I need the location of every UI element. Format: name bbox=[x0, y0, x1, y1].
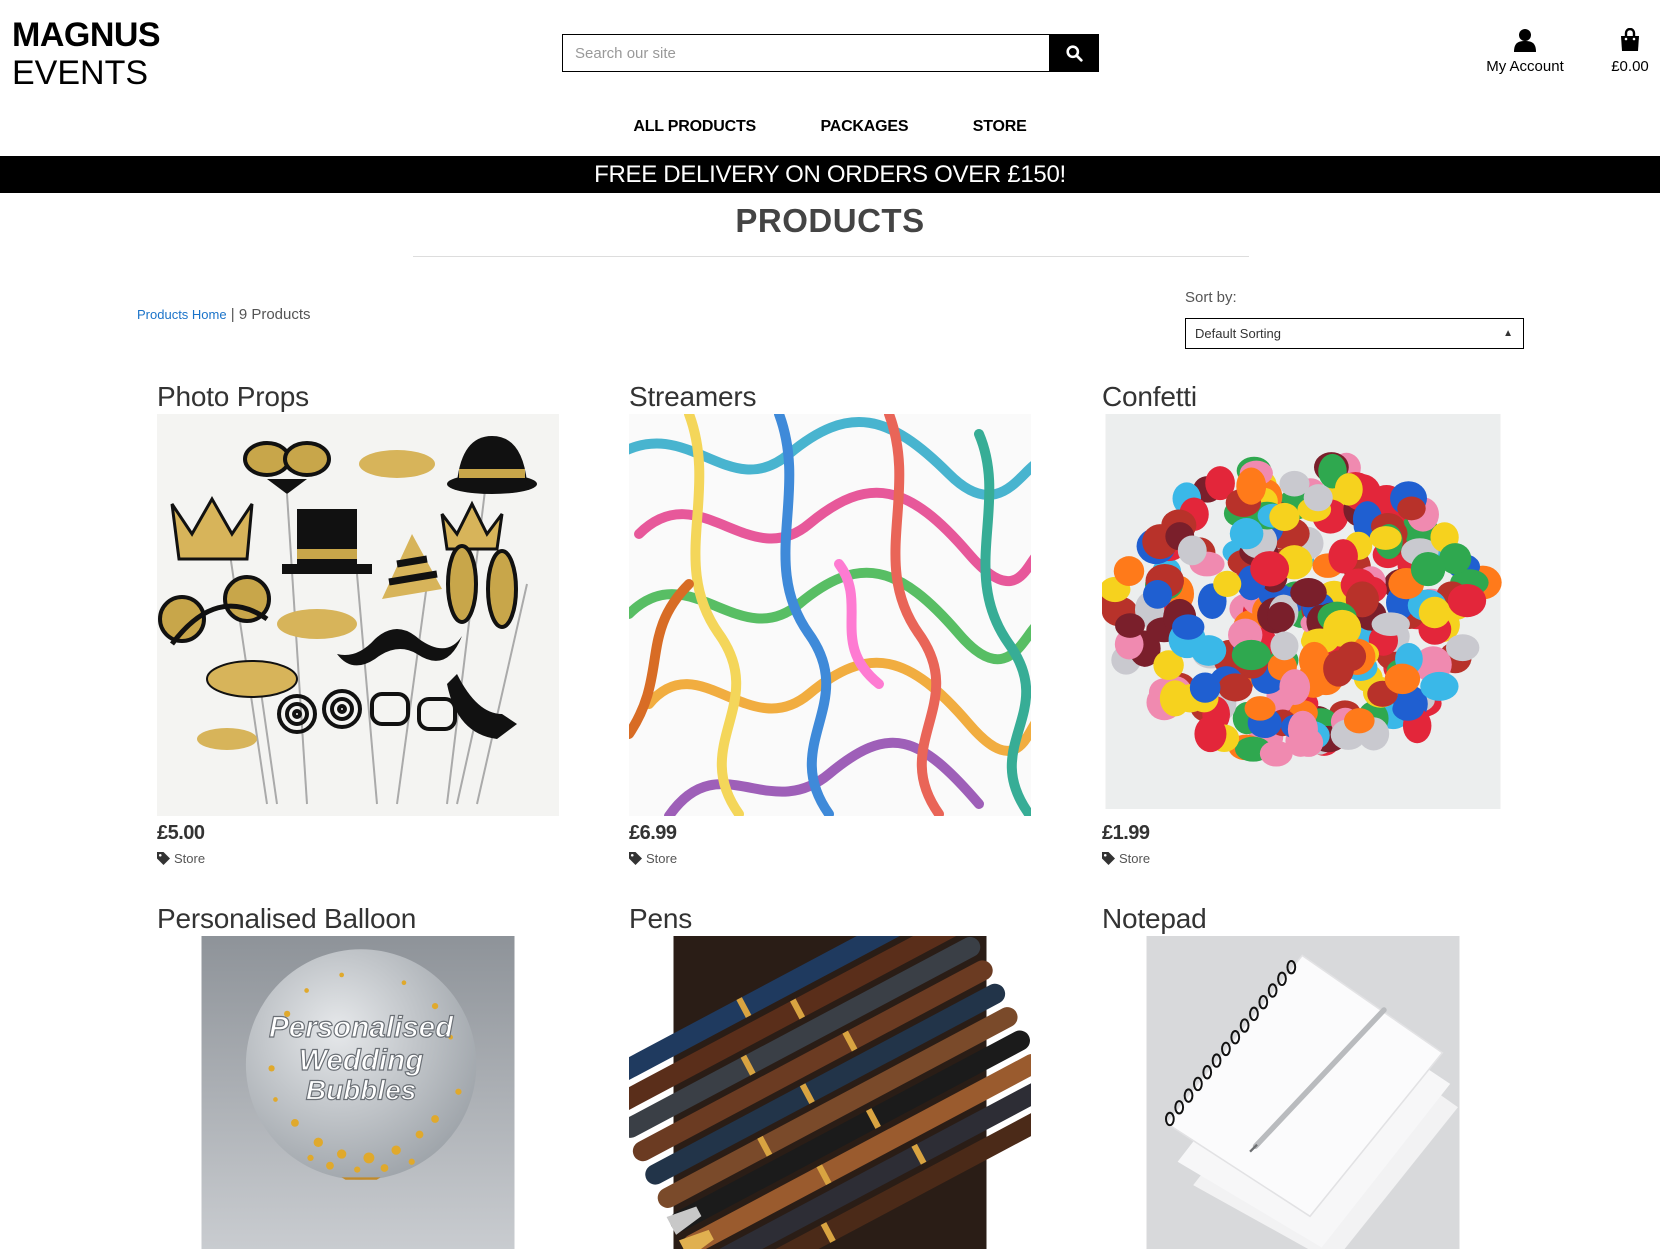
balloon-text-line-1: Personalised bbox=[269, 1011, 454, 1044]
my-account-label: My Account bbox=[1486, 58, 1564, 75]
tag-icon bbox=[629, 852, 642, 865]
main-nav: ALL PRODUCTS PACKAGES STORE bbox=[0, 118, 1660, 136]
product-category-link[interactable]: Store bbox=[629, 851, 1031, 866]
confetti-piece bbox=[1290, 577, 1327, 608]
confetti-piece bbox=[1397, 496, 1426, 521]
product-image-photo-props[interactable] bbox=[157, 414, 559, 816]
product-category: Store bbox=[646, 851, 678, 866]
product-card: Notepad bbox=[1102, 902, 1504, 1249]
product-card: Streamers £6.99 Store bbox=[629, 380, 1031, 866]
confetti-piece bbox=[1410, 551, 1446, 587]
confetti-piece bbox=[1294, 728, 1324, 757]
confetti-piece bbox=[1172, 614, 1205, 640]
confetti-piece bbox=[1303, 484, 1333, 512]
delivery-banner: FREE DELIVERY ON ORDERS OVER £150! bbox=[0, 156, 1660, 193]
confetti-piece bbox=[1266, 601, 1295, 632]
confetti-piece bbox=[1270, 631, 1299, 661]
product-category: Store bbox=[174, 851, 206, 866]
confetti-piece bbox=[1445, 634, 1480, 662]
confetti-piece bbox=[1143, 580, 1173, 609]
search-button[interactable] bbox=[1049, 34, 1099, 72]
product-image-personalised-balloon[interactable]: Personalised Wedding Bubbles bbox=[157, 936, 559, 1249]
shopping-bag-link[interactable]: £0.00 bbox=[1600, 27, 1660, 75]
product-card: Personalised Balloon Personalised Weddin… bbox=[157, 902, 559, 1249]
site-logo[interactable]: MAGNUS EVENTS bbox=[12, 16, 161, 92]
sort-selected-value: Default Sorting bbox=[1195, 326, 1281, 341]
confetti-piece bbox=[1337, 641, 1367, 671]
confetti-piece bbox=[1231, 639, 1271, 671]
page-title: PRODUCTS bbox=[735, 202, 925, 239]
tag-icon bbox=[157, 852, 170, 865]
product-image-confetti[interactable] bbox=[1102, 414, 1504, 809]
product-name[interactable]: Pens bbox=[629, 902, 1031, 936]
search-input[interactable] bbox=[562, 34, 1049, 72]
shopping-bag-icon bbox=[1621, 27, 1639, 51]
balloon-text-line-2: Wedding bbox=[299, 1044, 423, 1077]
confetti-piece bbox=[1115, 613, 1145, 638]
confetti-piece bbox=[1447, 583, 1487, 618]
user-icon bbox=[1514, 29, 1536, 52]
confetti-piece bbox=[1384, 663, 1421, 695]
product-category: Store bbox=[1119, 851, 1151, 866]
confetti-piece bbox=[1334, 473, 1363, 506]
confetti-piece bbox=[1392, 696, 1424, 721]
product-price: £1.99 bbox=[1102, 822, 1150, 844]
search-form bbox=[562, 34, 1099, 72]
search-icon bbox=[1065, 44, 1083, 62]
logo-line-2: EVENTS bbox=[12, 54, 149, 92]
my-account-link[interactable]: My Account bbox=[1480, 28, 1570, 75]
confetti-piece bbox=[1236, 467, 1267, 505]
confetti-piece bbox=[1229, 518, 1264, 550]
confetti-piece bbox=[1113, 556, 1145, 587]
product-price: £6.99 bbox=[629, 822, 677, 844]
product-category-link[interactable]: Store bbox=[157, 851, 559, 866]
product-image-pens[interactable] bbox=[629, 936, 1031, 1249]
nav-packages[interactable]: PACKAGES bbox=[820, 118, 908, 136]
confetti-piece bbox=[1244, 696, 1276, 721]
breadcrumb-separator: | bbox=[226, 306, 239, 323]
confetti-piece bbox=[1218, 673, 1253, 702]
confetti-piece bbox=[1269, 502, 1300, 532]
products-home-link[interactable]: Products Home bbox=[137, 307, 227, 322]
product-name[interactable]: Personalised Balloon bbox=[157, 902, 559, 936]
confetti-piece bbox=[1369, 526, 1402, 550]
nav-all-products[interactable]: ALL PRODUCTS bbox=[633, 118, 756, 136]
balloon-text-line-3: Bubbles bbox=[306, 1075, 417, 1106]
product-name[interactable]: Confetti bbox=[1102, 380, 1504, 414]
tag-icon bbox=[1102, 852, 1115, 865]
confetti-piece bbox=[1177, 535, 1207, 566]
breadcrumb: Products Home | 9 Products bbox=[137, 306, 311, 323]
confetti-piece bbox=[1420, 671, 1459, 701]
product-card: Photo Props £5.00 Store bbox=[157, 380, 559, 866]
confetti-piece bbox=[1343, 708, 1375, 734]
confetti-piece bbox=[1371, 612, 1410, 636]
product-image-streamers[interactable] bbox=[629, 414, 1031, 816]
sort-select[interactable]: Default Sorting ▲ bbox=[1185, 318, 1524, 349]
confetti-piece bbox=[1250, 551, 1290, 587]
product-count: 9 Products bbox=[238, 306, 311, 323]
confetti-piece bbox=[1279, 669, 1311, 706]
product-price: £5.00 bbox=[157, 822, 205, 844]
product-name[interactable]: Photo Props bbox=[157, 380, 559, 414]
confetti-piece bbox=[1213, 570, 1242, 598]
confetti-piece bbox=[1259, 740, 1293, 767]
sort-label: Sort by: bbox=[1185, 289, 1237, 306]
title-divider bbox=[413, 256, 1249, 257]
product-image-notepad[interactable] bbox=[1102, 936, 1504, 1249]
product-card: Pens bbox=[629, 902, 1031, 1249]
confetti-piece bbox=[1328, 539, 1358, 574]
confetti-piece bbox=[1418, 596, 1451, 629]
confetti-piece bbox=[1194, 715, 1227, 753]
product-category-link[interactable]: Store bbox=[1102, 851, 1504, 866]
confetti-piece bbox=[1189, 672, 1221, 703]
logo-line-1: MAGNUS bbox=[12, 16, 161, 54]
confetti-piece bbox=[1323, 609, 1362, 647]
product-name[interactable]: Notepad bbox=[1102, 902, 1504, 936]
select-arrows-icon: ▲ bbox=[1503, 328, 1513, 339]
bag-total: £0.00 bbox=[1611, 58, 1649, 75]
nav-store[interactable]: STORE bbox=[973, 118, 1027, 136]
product-name[interactable]: Streamers bbox=[629, 380, 1031, 414]
product-card: Confetti £1.99 Store bbox=[1102, 380, 1504, 866]
